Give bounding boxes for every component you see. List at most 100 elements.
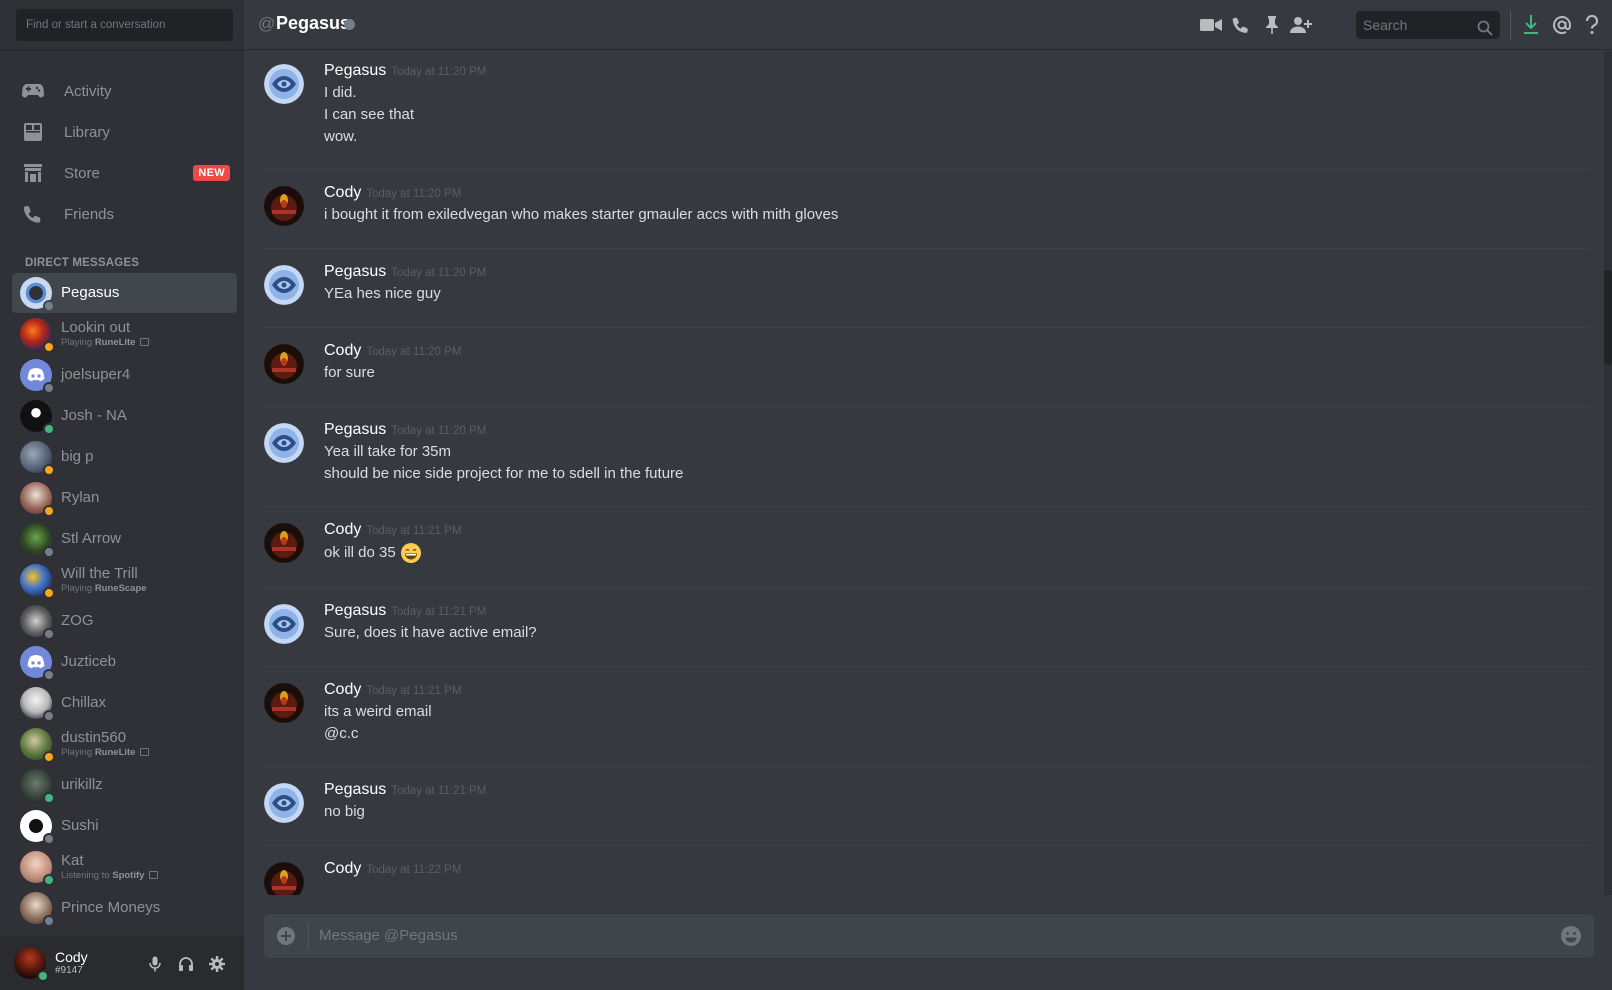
- activity-prefix: Listening to: [61, 870, 113, 881]
- dm-item[interactable]: Rylan: [12, 478, 237, 518]
- headphones-icon[interactable]: [176, 954, 196, 974]
- avatar: [20, 564, 55, 599]
- message-header: Pegasus Today at 11:21 PM: [324, 780, 486, 801]
- search-input[interactable]: Search: [1356, 11, 1500, 39]
- rich-presence-icon: [140, 338, 150, 347]
- dm-item[interactable]: Pegasus: [12, 273, 237, 313]
- avatar: [20, 605, 55, 640]
- pin-icon[interactable]: [1260, 13, 1284, 37]
- emoji-picker-icon[interactable]: [1560, 925, 1582, 952]
- add-friend-icon[interactable]: [1289, 13, 1313, 37]
- author-name[interactable]: Pegasus: [324, 62, 386, 79]
- dm-item[interactable]: Lookin out Playing RuneLite: [12, 314, 237, 354]
- nav-item-activity[interactable]: Activity: [12, 72, 236, 110]
- nav-label: Library: [64, 123, 110, 141]
- avatar[interactable]: [264, 344, 304, 384]
- message-content: wow.: [324, 128, 358, 145]
- status-idle-indicator: [43, 751, 55, 763]
- message-content: should be nice side project for me to sd…: [324, 465, 684, 482]
- dm-item[interactable]: Chillax: [12, 683, 237, 723]
- message-divider: [264, 169, 1590, 170]
- dm-item[interactable]: Juzticeb: [12, 642, 237, 682]
- dm-item[interactable]: urikillz: [12, 765, 237, 805]
- dm-item[interactable]: joelsuper4: [12, 355, 237, 395]
- store-icon: [22, 162, 44, 184]
- status-online-indicator: [43, 792, 55, 804]
- author-name[interactable]: Cody: [324, 860, 361, 877]
- status-offline-indicator: [43, 546, 55, 558]
- dm-item[interactable]: dustin560 Playing RuneLite: [12, 724, 237, 764]
- scrollbar-thumb[interactable]: [1604, 270, 1612, 365]
- download-icon[interactable]: [1519, 13, 1543, 37]
- dm-item[interactable]: Will the Trill Playing RuneScape: [12, 560, 237, 600]
- dm-item[interactable]: Stl Arrow: [12, 519, 237, 559]
- message-content: I did.: [324, 84, 357, 101]
- microphone-icon[interactable]: [145, 954, 165, 974]
- friends-icon: [22, 203, 44, 225]
- settings-gear-icon[interactable]: [207, 954, 227, 974]
- library-icon: [22, 121, 44, 143]
- nav-item-library[interactable]: Library: [12, 113, 236, 151]
- dm-text: Prince Moneys: [61, 899, 160, 917]
- user-name: Cody: [55, 949, 88, 965]
- avatar[interactable]: [264, 64, 304, 104]
- mentions-icon[interactable]: [1550, 13, 1574, 37]
- dm-name: Josh - NA: [61, 407, 127, 424]
- message-list[interactable]: Pegasus Today at 11:20 PM I did. I can see …: [244, 51, 1612, 895]
- status-offline-indicator: [344, 19, 355, 30]
- message-timestamp: Today at 11:20 PM: [391, 425, 487, 437]
- dm-text: Kat Listening to Spotify: [61, 852, 159, 882]
- avatar[interactable]: [264, 265, 304, 305]
- author-name[interactable]: Pegasus: [324, 602, 386, 619]
- message-content: no big: [324, 803, 365, 820]
- message-header: Cody Today at 11:20 PM: [324, 183, 461, 204]
- dm-item[interactable]: big p: [12, 437, 237, 477]
- avatar[interactable]: [264, 862, 304, 895]
- message-text: Yea ill take for 35m: [324, 442, 451, 462]
- message-timestamp: Today at 11:21 PM: [366, 525, 462, 537]
- dm-item[interactable]: Prince Moneys: [12, 888, 237, 928]
- message-input[interactable]: Message @Pegasus: [319, 914, 458, 958]
- nav-item-store[interactable]: Store NEW: [12, 154, 236, 192]
- avatar: [20, 687, 55, 722]
- rich-presence-icon: [149, 871, 159, 880]
- video-call-icon[interactable]: [1199, 13, 1223, 37]
- help-icon[interactable]: [1580, 13, 1604, 37]
- find-conversation-input[interactable]: Find or start a conversation: [16, 9, 233, 41]
- avatar[interactable]: [264, 683, 304, 723]
- author-name[interactable]: Cody: [324, 681, 361, 698]
- avatar[interactable]: [264, 423, 304, 463]
- avatar[interactable]: [264, 523, 304, 563]
- composer-divider: [308, 922, 309, 950]
- dm-text: Juzticeb: [61, 653, 116, 671]
- message-composer[interactable]: Message @Pegasus: [264, 914, 1594, 958]
- sidebar: Find or start a conversation Activity Li…: [0, 0, 244, 990]
- avatar[interactable]: [264, 604, 304, 644]
- author-name[interactable]: Cody: [324, 521, 361, 538]
- status-idle-indicator: [43, 505, 55, 517]
- dm-item[interactable]: ZOG: [12, 601, 237, 641]
- message-text: I can see that: [324, 105, 414, 125]
- author-name[interactable]: Cody: [324, 342, 361, 359]
- message-timestamp: Today at 11:20 PM: [366, 188, 462, 200]
- avatar: [20, 646, 55, 681]
- message-content: ok ill do 35: [324, 543, 396, 561]
- avatar[interactable]: [264, 186, 304, 226]
- nav-item-friends[interactable]: Friends: [12, 195, 236, 233]
- author-name[interactable]: Cody: [324, 184, 361, 201]
- phone-call-icon[interactable]: [1229, 13, 1253, 37]
- author-name[interactable]: Pegasus: [324, 421, 386, 438]
- dm-text: Lookin out Playing RuneLite: [61, 319, 150, 349]
- dm-item[interactable]: Sushi: [12, 806, 237, 846]
- dm-item[interactable]: Josh - NA: [12, 396, 237, 436]
- scrollbar-track[interactable]: [1604, 51, 1612, 895]
- user-avatar[interactable]: [14, 947, 49, 982]
- add-attachment-icon[interactable]: [276, 926, 296, 951]
- author-name[interactable]: Pegasus: [324, 781, 386, 798]
- dm-item[interactable]: Kat Listening to Spotify: [12, 847, 237, 887]
- avatar[interactable]: [264, 783, 304, 823]
- author-name[interactable]: Pegasus: [324, 263, 386, 280]
- channel-title: Pegasus: [276, 13, 351, 33]
- dm-text: Pegasus: [61, 284, 119, 302]
- message-content: for sure: [324, 364, 375, 381]
